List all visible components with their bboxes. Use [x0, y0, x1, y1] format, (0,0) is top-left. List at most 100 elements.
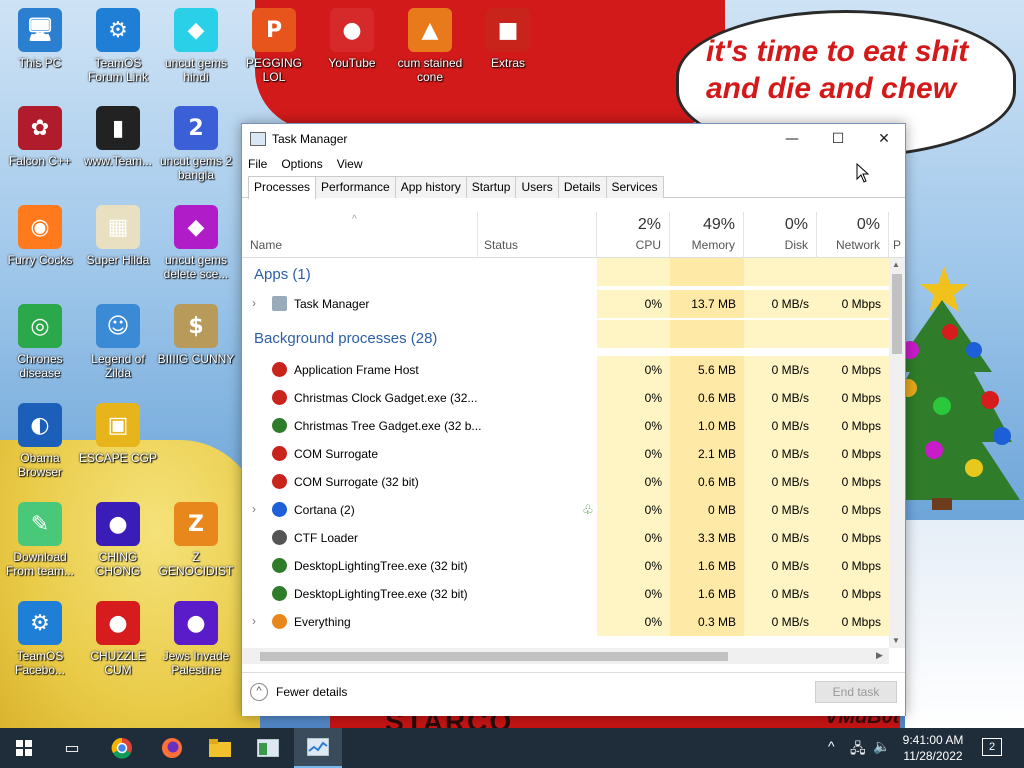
desktop-icon[interactable]: ▮ www.Team...	[78, 106, 158, 168]
desktop-icon[interactable]: ● CHING CHONG	[78, 502, 158, 578]
column-network[interactable]: 0% Network	[817, 212, 889, 258]
column-cpu[interactable]: 2% CPU	[597, 212, 670, 258]
vertical-scroll-thumb[interactable]	[892, 274, 902, 354]
table-row[interactable]: 0% 3.3 MB 0 MB/s 0 Mbps CTF Loader	[242, 524, 889, 552]
scroll-down-icon[interactable]: ▼	[892, 636, 900, 645]
task-manager-icon	[250, 132, 266, 146]
expand-chevron-icon[interactable]: ›	[252, 502, 256, 516]
desktop-icon[interactable]: 🖥 This PC	[0, 8, 80, 70]
desktop-icon[interactable]: 2 uncut gems 2 bangla	[156, 106, 236, 182]
clock[interactable]: 9:41:00 AM 11/28/2022	[894, 732, 972, 764]
speech-bubble-text: it's time to eat shit and die and chew	[706, 35, 969, 105]
taskbar-file-explorer[interactable]	[196, 728, 244, 768]
chevron-up-icon: ^	[250, 683, 268, 701]
table-row[interactable]: 0% 1.6 MB 0 MB/s 0 Mbps DesktopLightingTree.…	[242, 552, 889, 580]
taskbar-firefox[interactable]	[148, 728, 196, 768]
desktop-icon[interactable]: ◆ uncut gems hindi	[156, 8, 236, 84]
process-icon	[272, 586, 287, 601]
table-row[interactable]: 0% 0.6 MB 0 MB/s 0 Mbps COM Surrogate (32 bi…	[242, 468, 889, 496]
task-manager-window[interactable]: Task Manager — ☐ ✕ File Options View Pro…	[241, 123, 906, 716]
task-view-icon: ▭	[64, 740, 80, 757]
memory-cell: 1.0 MB	[670, 412, 744, 440]
column-memory[interactable]: 49% Memory	[670, 212, 744, 258]
start-button[interactable]	[0, 728, 48, 768]
maximize-button[interactable]: ☐	[815, 124, 861, 154]
tab-details[interactable]: Details	[557, 176, 607, 198]
desktop-icon-label: Chrones disease	[17, 352, 63, 380]
end-task-button[interactable]: End task	[815, 681, 897, 703]
table-row[interactable]: 0% 0.3 MB 0 MB/s 0 Mbps › Everything	[242, 608, 889, 636]
taskbar-chrome[interactable]	[98, 728, 146, 768]
table-row[interactable]: 0% 1.6 MB 0 MB/s 0 Mbps DesktopLightingTree.…	[242, 580, 889, 608]
tab-startup[interactable]: Startup	[465, 176, 517, 198]
firefox-icon	[162, 738, 182, 758]
desktop-icon[interactable]: ● CHUZZLE CUM	[78, 601, 158, 677]
network-cell: 0 Mbps	[817, 496, 889, 524]
tray-chevron-icon[interactable]: ^	[828, 738, 835, 754]
column-power[interactable]: P	[889, 212, 905, 258]
expand-chevron-icon[interactable]: ›	[252, 296, 256, 310]
desktop-icon-image: ✿	[18, 106, 62, 150]
desktop-icon-image: ▣	[96, 403, 140, 447]
desktop-icon[interactable]: ◎ Chrones disease	[0, 304, 80, 380]
tab-performance[interactable]: Performance	[315, 176, 396, 198]
tab-services[interactable]: Services	[605, 176, 664, 198]
horizontal-scroll-thumb[interactable]	[260, 652, 728, 661]
column-status[interactable]: Status	[478, 212, 597, 258]
desktop-icon[interactable]: ◐ Obama Browser	[0, 403, 80, 479]
cpu-cell	[597, 258, 670, 286]
taskbar-app[interactable]	[244, 728, 292, 768]
fewer-details-button[interactable]: ^ Fewer details	[250, 683, 347, 701]
minimize-button[interactable]: —	[769, 124, 815, 154]
disk-total: 0%	[784, 216, 808, 233]
desktop-icon[interactable]: $ BIIIIG CUNNY	[156, 304, 236, 366]
table-row[interactable]: 0% 0.6 MB 0 MB/s 0 Mbps Christmas Clock Gadg…	[242, 384, 889, 412]
horizontal-scrollbar[interactable]: ▶	[242, 648, 889, 664]
table-row[interactable]: 0% 5.6 MB 0 MB/s 0 Mbps Application Frame Ho…	[242, 356, 889, 384]
desktop-icon[interactable]: ▦ Super Hilda	[78, 205, 158, 267]
column-disk[interactable]: 0% Disk	[744, 212, 817, 258]
menu-view[interactable]: View	[337, 157, 363, 171]
menu-file[interactable]: File	[248, 157, 267, 171]
desktop-icon[interactable]: ⚙ TeamOS Forum Link	[78, 8, 158, 84]
desktop-icon[interactable]: Z Z GENOCIDIST	[156, 502, 236, 578]
tab-app-history[interactable]: App history	[394, 176, 467, 198]
desktop-icon[interactable]: ● Jews Invade Palestine	[156, 601, 236, 677]
cpu-cell: 0%	[597, 524, 670, 552]
desktop-icon[interactable]: ◉ Furry Cocks	[0, 205, 80, 267]
task-view-button[interactable]: ▭	[48, 728, 96, 768]
desktop-icon[interactable]: ☺ Legend of Zilda	[78, 304, 158, 380]
desktop-icon[interactable]: ▲ cum stained cone	[390, 8, 470, 84]
desktop-icon[interactable]: ✎ Download From team...	[0, 502, 80, 578]
vertical-scrollbar[interactable]: ▲ ▼	[889, 258, 905, 648]
table-row[interactable]: 0% 2.1 MB 0 MB/s 0 Mbps COM Surrogate	[242, 440, 889, 468]
desktop-icon[interactable]: ■ Extras	[468, 8, 548, 70]
close-button[interactable]: ✕	[861, 124, 907, 154]
desktop-icon-image: ⚙	[18, 601, 62, 645]
scroll-right-icon[interactable]: ▶	[876, 650, 883, 661]
desktop-icon[interactable]: ▣ ESCAPE CGP	[78, 403, 158, 465]
desktop-icon[interactable]: ⚙ TeamOS Facebo...	[0, 601, 80, 677]
desktop-icon-label: Super Hilda	[86, 253, 150, 267]
tab-users[interactable]: Users	[515, 176, 559, 198]
desktop-icon[interactable]: P PEGGING LOL	[234, 8, 314, 84]
process-list: Apps (1) 0% 13.7 MB 0 MB/s 0 Mbps › Task Manag…	[242, 258, 889, 648]
network-icon[interactable]: 🖧	[850, 738, 866, 762]
scroll-up-icon[interactable]: ▲	[892, 260, 900, 269]
ornament	[925, 441, 943, 459]
desktop-icon[interactable]: ✿ Falcon C++	[0, 106, 80, 168]
table-row[interactable]: 0% 13.7 MB 0 MB/s 0 Mbps › Task Manager	[242, 290, 889, 320]
chrome-icon	[111, 737, 132, 759]
desktop-icon[interactable]: ◆ uncut gems delete sce...	[156, 205, 236, 281]
tab-processes[interactable]: Processes	[248, 176, 317, 199]
volume-icon[interactable]: 🔈	[873, 738, 890, 755]
desktop-icon-image: 2	[174, 106, 218, 150]
desktop-icon[interactable]: ● YouTube	[312, 8, 392, 70]
column-name[interactable]: Name	[242, 212, 478, 258]
taskbar-task-manager[interactable]	[294, 728, 342, 768]
expand-chevron-icon[interactable]: ›	[252, 614, 256, 628]
table-row[interactable]: 0% 1.0 MB 0 MB/s 0 Mbps Christmas Tree Gadge…	[242, 412, 889, 440]
table-row[interactable]: 0% 0 MB 0 MB/s 0 Mbps › ♧ Cortana (2)	[242, 496, 889, 524]
notifications-icon[interactable]: 2	[982, 738, 1002, 756]
menu-options[interactable]: Options	[281, 157, 322, 171]
